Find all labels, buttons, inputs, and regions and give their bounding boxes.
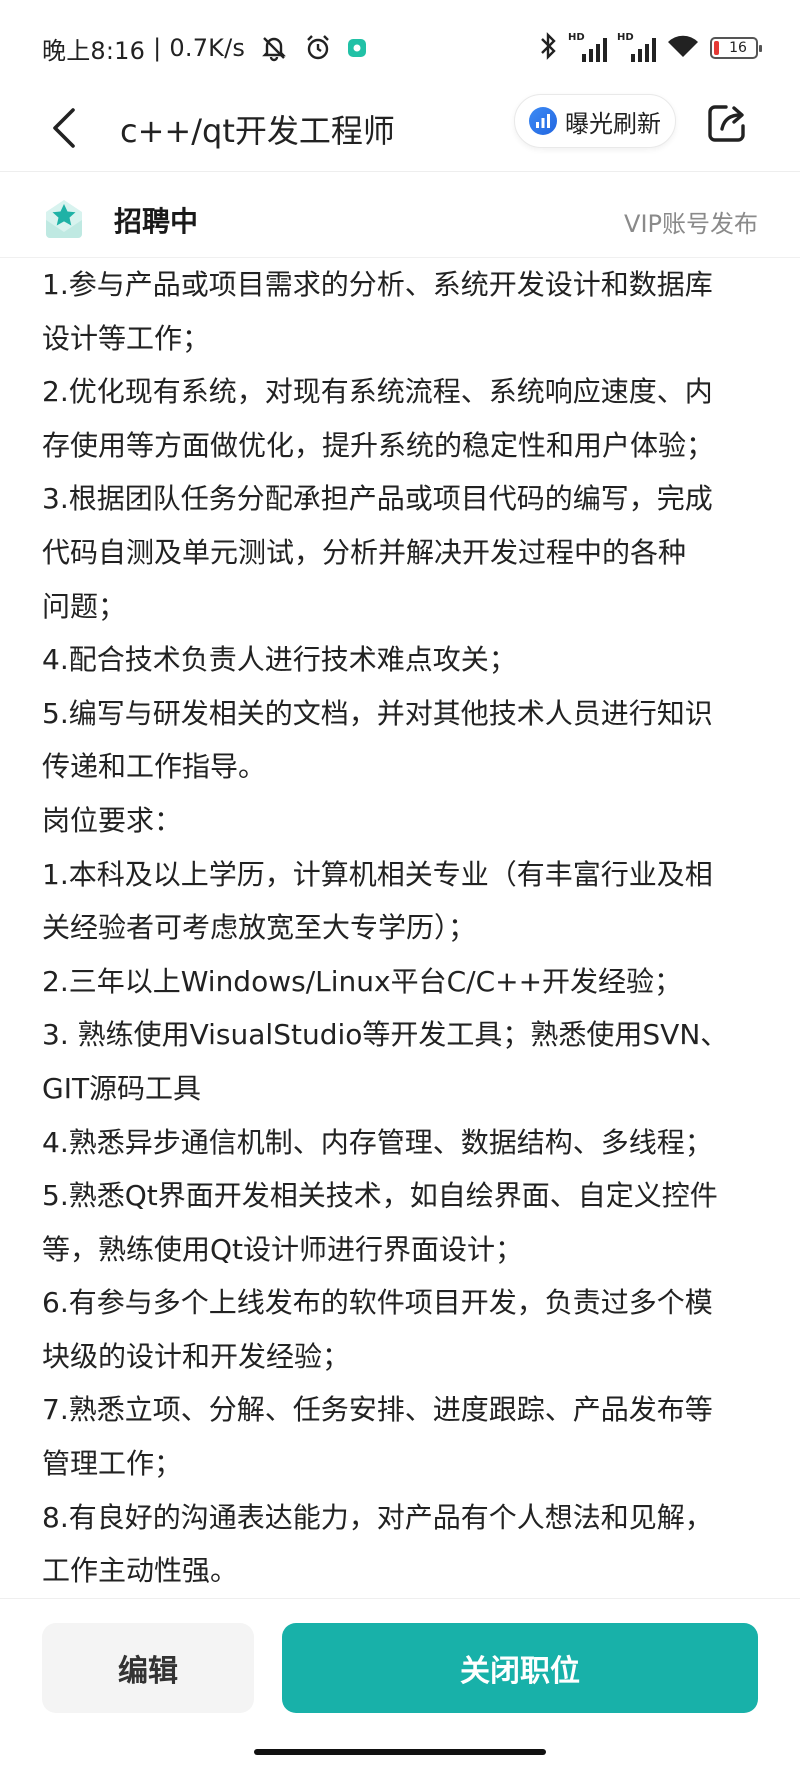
exposure-refresh-button[interactable]: 曝光刷新 <box>514 94 676 148</box>
hd-signal-icon: HD <box>617 32 656 62</box>
description-line: 代码自测及单元测试，分析并解决开发过程中的各种 <box>42 535 687 569</box>
description-line: 2.三年以上Windows/Linux平台C/C++开发经验； <box>42 964 683 998</box>
description-line: 工作主动性强。 <box>42 1554 239 1588</box>
status-separator: | <box>153 34 162 62</box>
description-line: 等，熟练使用Qt设计师进行界面设计； <box>42 1232 524 1266</box>
bottom-action-bar: 编辑 关闭职位 <box>0 1598 800 1778</box>
description-line: 4.熟悉异步通信机制、内存管理、数据结构、多线程； <box>42 1125 713 1159</box>
status-left: 晚上8:16 | 0.7K/s <box>42 28 367 68</box>
job-description: 1.参与产品或项目需求的分析、系统开发设计和数据库 设计等工作； 2.优化现有系… <box>42 258 772 1598</box>
description-line: 问题； <box>42 589 127 623</box>
app-notification-icon <box>347 38 367 58</box>
job-status-label: 招聘中 <box>114 205 199 238</box>
close-position-button[interactable]: 关闭职位 <box>282 1623 758 1713</box>
description-line: 5.熟悉Qt界面开发相关技术，如自绘界面、自定义控件 <box>42 1179 718 1213</box>
description-line: 块级的设计和开发经验； <box>42 1339 351 1373</box>
wifi-icon <box>666 33 700 63</box>
back-button[interactable] <box>42 98 86 158</box>
description-line: 管理工作； <box>42 1447 183 1481</box>
vip-publish-note: VIP账号发布 <box>624 210 758 238</box>
description-line: 关经验者可考虑放宽至大专学历）； <box>42 911 477 945</box>
description-line: 2.优化现有系统，对现有系统流程、系统响应速度、内 <box>42 375 713 409</box>
description-line: 设计等工作； <box>42 321 211 355</box>
edit-button[interactable]: 编辑 <box>42 1623 254 1713</box>
description-line: 岗位要求： <box>42 803 183 837</box>
description-line: 5.编写与研发相关的文档，并对其他技术人员进行知识 <box>42 696 713 730</box>
description-line: GIT源码工具 <box>42 1071 202 1105</box>
description-line: 3.根据团队任务分配承担产品或项目代码的编写，完成 <box>42 482 713 516</box>
share-button[interactable] <box>704 98 750 148</box>
mute-bell-icon <box>259 33 289 63</box>
status-bar: 晚上8:16 | 0.7K/s HD HD 16 <box>0 0 800 96</box>
app-header: c++/qt开发工程师 曝光刷新 <box>0 84 800 172</box>
hd-signal-icon: HD <box>568 32 607 62</box>
recruiting-star-icon <box>46 200 82 238</box>
battery-icon: 16 <box>710 37 762 59</box>
refresh-chart-icon <box>529 107 557 135</box>
bluetooth-icon <box>538 31 558 65</box>
job-status-row: 招聘中 VIP账号发布 <box>0 182 800 258</box>
description-line: 6.有参与多个上线发布的软件项目开发，负责过多个模 <box>42 1286 713 1320</box>
chevron-left-icon <box>53 108 75 148</box>
description-line: 1.参与产品或项目需求的分析、系统开发设计和数据库 <box>42 268 713 301</box>
description-line: 1.本科及以上学历，计算机相关专业（有丰富行业及相 <box>42 857 713 891</box>
description-line: 7.熟悉立项、分解、任务安排、进度跟踪、产品发布等 <box>42 1393 713 1427</box>
refresh-label: 曝光刷新 <box>565 109 661 138</box>
status-time: 晚上8:16 <box>42 36 146 65</box>
battery-level: 16 <box>729 40 747 56</box>
page-title: c++/qt开发工程师 <box>120 112 395 150</box>
description-line: 传递和工作指导。 <box>42 750 267 784</box>
alarm-icon <box>303 33 333 63</box>
status-net-speed: 0.7K/s <box>169 34 246 62</box>
description-line: 8.有良好的沟通表达能力，对产品有个人想法和见解， <box>42 1500 713 1534</box>
home-indicator[interactable] <box>254 1749 546 1755</box>
description-line: 存使用等方面做优化，提升系统的稳定性和用户体验； <box>42 428 715 462</box>
share-icon <box>708 105 745 142</box>
status-right: HD HD 16 <box>538 28 762 68</box>
description-line: 3. 熟练使用VisualStudio等开发工具；熟悉使用SVN、 <box>42 1018 729 1052</box>
description-line: 4.配合技术负责人进行技术难点攻关； <box>42 643 517 677</box>
